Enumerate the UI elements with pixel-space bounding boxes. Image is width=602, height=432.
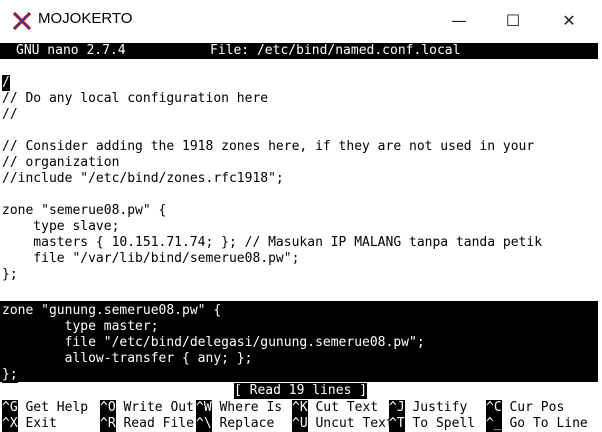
- shortcut-go-to-line[interactable]: ^_ Go To Line: [486, 416, 588, 432]
- shortcut-key: ^O: [100, 400, 116, 416]
- editor-line-selected[interactable]: type master;: [2, 319, 159, 335]
- shortcut-label: Read File: [123, 416, 194, 431]
- editor-line[interactable]: // Do any local configuration here: [2, 91, 268, 107]
- shortcut-key: ^_: [486, 416, 502, 432]
- shortcut-label: To Spell: [412, 416, 476, 431]
- window-title: MOJOKERTO: [38, 10, 133, 27]
- minimize-icon: —: [451, 11, 467, 30]
- shortcut-label: Justify: [412, 400, 468, 415]
- close-button[interactable]: ✕: [546, 0, 592, 41]
- shortcut-cur-pos[interactable]: ^C Cur Pos: [486, 400, 564, 416]
- shortcut-uncut-text[interactable]: ^U Uncut Text: [292, 416, 394, 432]
- editor-line[interactable]: //include "/etc/bind/zones.rfc1918";: [2, 171, 284, 187]
- editor-line-selected[interactable]: };: [2, 367, 18, 383]
- shortcut-key: ^C: [486, 400, 502, 416]
- shortcut-read-file[interactable]: ^R Read File: [100, 416, 194, 432]
- editor-line[interactable]: /: [2, 75, 10, 91]
- shortcut-key: ^W: [196, 400, 212, 416]
- maximize-button[interactable]: ☐: [490, 0, 536, 41]
- editor-line-selected[interactable]: file "/etc/bind/delegasi/gunung.semerue0…: [2, 335, 425, 351]
- window-titlebar: MOJOKERTO — ☐ ✕: [0, 0, 602, 42]
- shortcut-key: ^X: [2, 416, 18, 432]
- shortcut-label: Go To Line: [509, 416, 588, 431]
- shortcut-label: Cut Text: [315, 400, 379, 415]
- shortcut-label: Cur Pos: [509, 400, 565, 415]
- editor-line[interactable]: // Consider adding the 1918 zones here, …: [2, 139, 534, 155]
- editor-line[interactable]: // organization: [2, 155, 119, 171]
- shortcut-label: Get Help: [25, 400, 89, 415]
- shortcut-to-spell[interactable]: ^T To Spell: [389, 416, 475, 432]
- editor-line[interactable]: };: [2, 267, 18, 283]
- shortcut-exit[interactable]: ^X Exit: [2, 416, 57, 432]
- terminal-area[interactable]: GNU nano 2.7.4 File: /etc/bind/named.con…: [0, 41, 602, 432]
- maximize-icon: ☐: [505, 11, 521, 30]
- shortcut-label: Uncut Text: [315, 416, 394, 431]
- shortcut-key: ^U: [292, 416, 308, 432]
- shortcut-key: ^G: [2, 400, 18, 416]
- shortcut-replace[interactable]: ^\ Replace: [196, 416, 274, 432]
- shortcut-justify[interactable]: ^J Justify: [389, 400, 467, 416]
- minimize-button[interactable]: —: [436, 0, 482, 41]
- text-cursor: /: [2, 75, 10, 91]
- shortcut-where-is[interactable]: ^W Where Is: [196, 400, 282, 416]
- shortcut-cut-text[interactable]: ^K Cut Text: [292, 400, 378, 416]
- nano-version: GNU nano 2.7.4: [16, 43, 126, 58]
- nano-file-label: File: /etc/bind/named.conf.local: [210, 43, 461, 58]
- nano-header: GNU nano 2.7.4 File: /etc/bind/named.con…: [0, 43, 598, 59]
- editor-line[interactable]: masters { 10.151.71.74; }; // Masukan IP…: [2, 235, 542, 251]
- shortcut-get-help[interactable]: ^G Get Help: [2, 400, 88, 416]
- shortcut-label: Write Out: [123, 400, 194, 415]
- shortcut-key: ^K: [292, 400, 308, 416]
- editor-line[interactable]: zone "semerue08.pw" {: [2, 203, 166, 219]
- shortcut-label: Where Is: [219, 400, 283, 415]
- editor-line[interactable]: //: [2, 107, 18, 123]
- shortcut-label: Exit: [25, 416, 57, 431]
- shortcut-write-out[interactable]: ^O Write Out: [100, 400, 194, 416]
- close-icon: ✕: [562, 11, 576, 30]
- shortcut-label: Replace: [219, 416, 275, 431]
- shortcut-key: ^T: [389, 416, 405, 432]
- status-message: [ Read 19 lines ]: [234, 383, 368, 399]
- editor-line-selected[interactable]: zone "gunung.semerue08.pw" {: [2, 303, 222, 319]
- editor-line-selected[interactable]: allow-transfer { any; };: [2, 351, 253, 367]
- shortcut-key: ^R: [100, 416, 116, 432]
- editor-line[interactable]: file "/var/lib/bind/semerue08.pw";: [2, 251, 299, 267]
- editor-line[interactable]: type slave;: [2, 219, 119, 235]
- terminal-app-icon: [12, 11, 32, 31]
- shortcut-key: ^\: [196, 416, 212, 432]
- shortcut-key: ^J: [389, 400, 405, 416]
